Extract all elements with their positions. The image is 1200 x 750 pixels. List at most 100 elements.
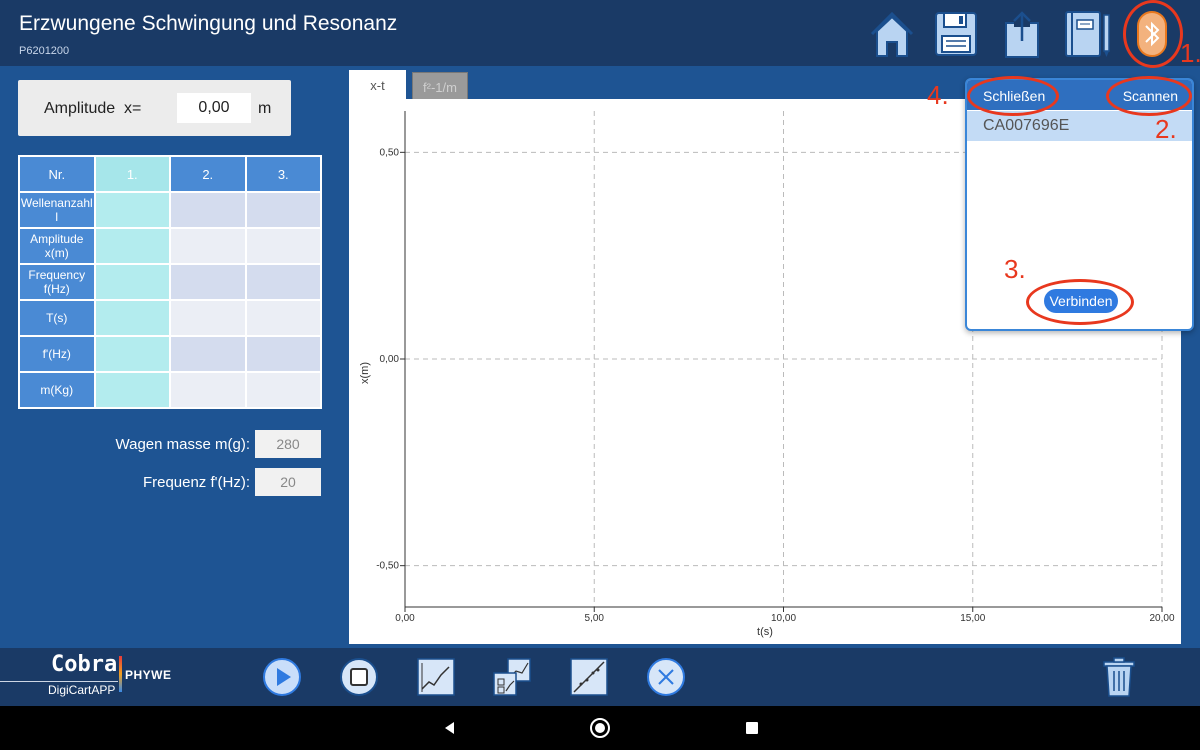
graph-view-button[interactable] [415,656,457,698]
y-tick-label: 0,00 [380,354,400,365]
annotation-ring-close [967,76,1059,116]
x-tick-label: 20,00 [1149,613,1174,624]
table-cell[interactable] [244,227,322,265]
device-name: CA007696E [983,117,1070,134]
experiment-id: P6201200 [19,45,70,57]
cart-mass-label: Wagen masse m(g): [115,436,250,453]
amplitude-value: 0,00 [177,93,251,123]
page-title: Erzwungene Schwingung und Resonanz [19,12,398,35]
frequency-label: Frequenz f'(Hz): [142,474,250,491]
table-cell[interactable] [169,335,247,373]
annotation-ring-bluetooth [1123,0,1183,68]
app-name: DigiCartAPP [48,683,116,697]
fit-graph-button[interactable] [568,656,610,698]
tab-f2-1m[interactable]: f²-1/m [412,72,468,102]
table-row: Frequency f(Hz) [18,263,322,301]
table-cell[interactable] [244,371,322,409]
table-cell[interactable] [169,299,247,337]
annotation-number-1: 1. [1180,38,1200,68]
column-header-3[interactable]: 3. [244,155,322,193]
row-header-mass: m(Kg) [18,371,96,409]
row-header-wellenanzahl: Wellenanzahl l [18,191,96,229]
row-header-frequency: Frequency f(Hz) [18,263,96,301]
x-tick-label: 0,00 [395,613,415,624]
y-tick-label: 0,50 [380,147,400,158]
cobra-logo: Cobra [51,652,118,677]
table-row: Amplitude x(m) [18,227,322,265]
table-cell[interactable] [93,371,171,409]
frequency-input[interactable]: 20 [255,468,321,496]
x-axis-label: t(s) [757,626,773,638]
table-row: m(Kg) [18,371,322,409]
phywe-logo: PHYWE [125,668,172,682]
annotation-number-4: 4. [927,80,949,110]
table-cell[interactable] [244,263,322,301]
table-header-row: Nr. 1. 2. 3. [18,155,322,193]
table-row: T(s) [18,299,322,337]
table-row: f'(Hz) [18,335,322,373]
linear-fit-icon [570,658,608,696]
trash-icon [1103,657,1135,697]
column-header-nr: Nr. [18,155,96,193]
y-tick-label: -0,50 [376,561,399,572]
table-cell[interactable] [244,191,322,229]
line-graph-icon [417,658,455,696]
measurement-table: Nr. 1. 2. 3. Wellenanzahl l Amplitude x(… [18,155,322,409]
save-button[interactable] [930,8,982,60]
multi-graph-button[interactable] [491,656,533,698]
table-cell[interactable] [244,335,322,373]
table-cell[interactable] [169,191,247,229]
home-nav-button[interactable] [588,716,612,740]
table-cell[interactable] [93,299,171,337]
notebook-icon [1065,11,1110,57]
table-cell[interactable] [93,191,171,229]
column-header-2[interactable]: 2. [169,155,247,193]
share-icon [1005,11,1039,58]
recents-nav-button[interactable] [740,716,764,740]
share-button[interactable] [996,8,1048,60]
back-triangle-icon [445,722,454,734]
close-circle-icon [647,658,685,696]
annotation-number-3: 3. [1004,254,1026,284]
table-cell[interactable] [244,299,322,337]
play-icon [263,658,301,696]
logo-divider [0,681,118,682]
recents-square-icon [746,722,758,734]
save-icon [935,12,977,56]
tab-x-t[interactable]: x-t [349,70,406,100]
annotation-ring-connect [1026,279,1134,325]
row-header-amplitude: Amplitude x(m) [18,227,96,265]
play-button[interactable] [261,656,303,698]
back-nav-button[interactable] [438,716,462,740]
home-icon [870,11,914,57]
table-row: Wellenanzahl l [18,191,322,229]
amplitude-label: Amplitude x= [44,100,142,117]
table-cell[interactable] [93,227,171,265]
annotation-ring-scan [1106,76,1192,116]
table-cell[interactable] [169,371,247,409]
column-header-1[interactable]: 1. [93,155,171,193]
x-tick-label: 5,00 [585,613,605,624]
home-button[interactable] [866,8,918,60]
x-tick-label: 15,00 [960,613,985,624]
amplitude-panel: Amplitude x= 0,00 m [18,80,291,136]
logo-color-bar [119,656,122,692]
annotation-number-2: 2. [1155,114,1177,144]
clear-button[interactable] [645,656,687,698]
table-cell[interactable] [169,263,247,301]
table-cell[interactable] [169,227,247,265]
stop-button[interactable] [338,656,380,698]
stop-icon [340,658,378,696]
amplitude-unit: m [258,100,272,117]
table-cell[interactable] [93,263,171,301]
row-header-fprime: f'(Hz) [18,335,96,373]
x-tick-label: 10,00 [771,613,796,624]
cart-mass-input[interactable]: 280 [255,430,321,458]
row-header-period: T(s) [18,299,96,337]
home-circle-icon [590,718,610,738]
table-cell[interactable] [93,335,171,373]
multi-graph-icon [493,658,531,696]
delete-button[interactable] [1098,656,1140,698]
notebook-button[interactable] [1062,8,1114,60]
y-axis-label: x(m) [359,362,371,384]
